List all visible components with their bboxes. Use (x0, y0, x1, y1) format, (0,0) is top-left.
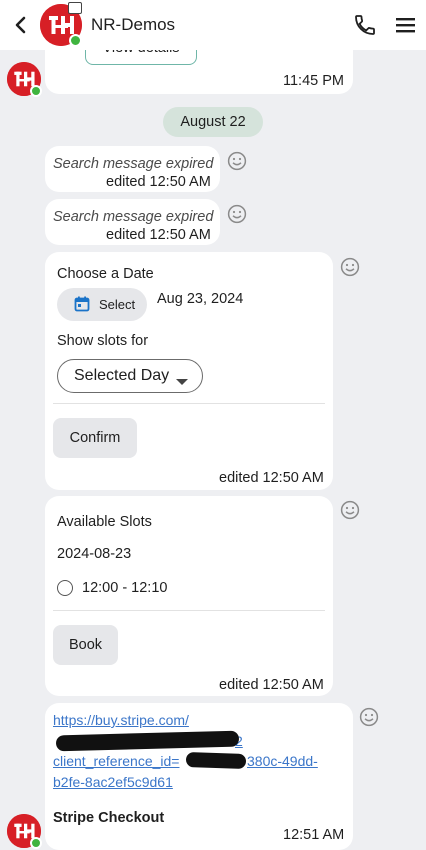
stripe-link-line4[interactable]: b2fe-8ac2ef5c9d61 (53, 774, 173, 790)
choose-date-label: Choose a Date (57, 266, 154, 282)
select-date-button[interactable]: Select (57, 288, 147, 321)
add-reaction-icon[interactable] (359, 707, 379, 727)
select-button-label: Select (99, 297, 136, 312)
dropdown-value: Selected Day (74, 367, 170, 384)
expired-message-text: Search message expired (53, 156, 214, 172)
message-meta: edited 12:50 AM (219, 677, 324, 693)
stripe-link-line3-suffix[interactable]: 380c-49dd- (247, 753, 318, 769)
slots-title: Available Slots (57, 514, 152, 530)
online-status-icon (30, 85, 42, 97)
chat-title: NR-Demos (91, 15, 176, 34)
message-meta: edited 12:50 AM (106, 227, 211, 243)
show-slots-label: Show slots for (57, 333, 149, 349)
slot-radio[interactable] (57, 580, 73, 596)
redaction-scribble (185, 751, 247, 770)
chevron-down-icon (176, 373, 188, 391)
stripe-title: Stripe Checkout (53, 810, 165, 826)
stripe-link-line3[interactable]: client_reference_id= (53, 753, 179, 769)
avatar[interactable] (40, 2, 82, 47)
back-arrow-icon[interactable] (10, 13, 32, 37)
message-time: 12:51 AM (283, 827, 345, 843)
add-reaction-icon[interactable] (340, 257, 360, 277)
online-status-icon (30, 837, 42, 849)
sender-avatar (7, 814, 42, 849)
menu-icon[interactable] (394, 13, 418, 37)
divider (53, 403, 325, 404)
online-status-icon (69, 34, 82, 47)
divider (53, 610, 325, 611)
sender-avatar (7, 62, 42, 97)
stripe-link-line1[interactable]: https://buy.stripe.com/ (53, 712, 189, 728)
calendar-icon (74, 296, 90, 312)
slots-date: 2024-08-23 (57, 546, 132, 562)
message-time: 11:45 PM (283, 73, 344, 89)
message-meta: edited 12:50 AM (219, 470, 324, 486)
book-button[interactable]: Book (53, 625, 118, 665)
add-reaction-icon[interactable] (227, 204, 247, 224)
phone-icon[interactable] (353, 13, 377, 37)
date-separator: August 22 (163, 107, 263, 137)
add-reaction-icon[interactable] (227, 151, 247, 171)
chat-header: NR-Demos (0, 0, 426, 50)
add-reaction-icon[interactable] (340, 500, 360, 520)
chat-badge-icon (68, 2, 82, 14)
slots-dropdown[interactable]: Selected Day (57, 359, 203, 393)
confirm-button[interactable]: Confirm (53, 418, 137, 458)
message-meta: edited 12:50 AM (106, 174, 211, 190)
slot-label[interactable]: 12:00 - 12:10 (82, 580, 167, 596)
selected-date-value: Aug 23, 2024 (157, 291, 244, 307)
expired-message-text: Search message expired (53, 209, 214, 225)
